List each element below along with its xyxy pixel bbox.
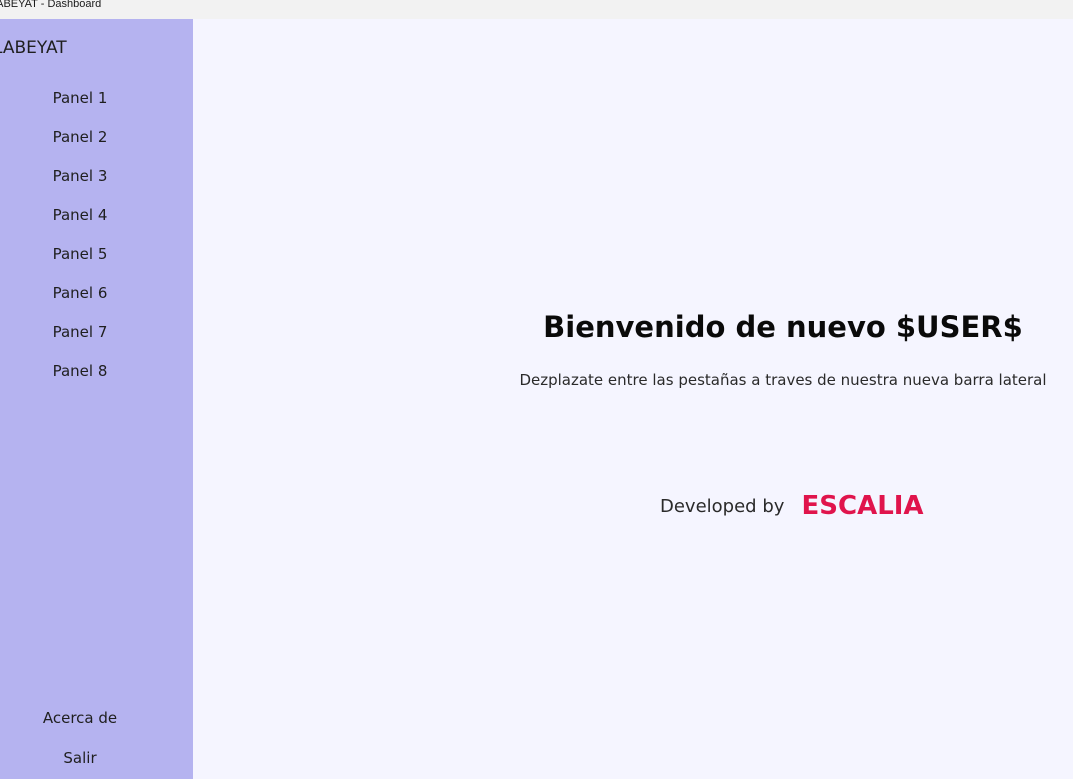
sidebar-item-panel-4[interactable]: Panel 4 — [0, 206, 160, 224]
sidebar-item-about[interactable]: Acerca de — [0, 709, 160, 727]
sidebar-item-panel-8[interactable]: Panel 8 — [0, 362, 160, 380]
sidebar-item-panel-5[interactable]: Panel 5 — [0, 245, 160, 263]
developer-credit: Developed by ESCALIA — [660, 491, 924, 521]
sidebar-item-panel-2[interactable]: Panel 2 — [0, 128, 160, 146]
brand-logo: ESCALIA — [801, 491, 924, 521]
welcome-heading: Bienvenido de nuevo $USER$ — [543, 310, 1023, 344]
welcome-subtitle: Dezplazate entre las pestañas a traves d… — [519, 371, 1047, 389]
sidebar-item-panel-7[interactable]: Panel 7 — [0, 323, 160, 341]
sidebar-item-exit[interactable]: Salir — [0, 749, 160, 767]
title-bar: LABEYAT - Dashboard — [0, 0, 1073, 19]
app-window: LABEYAT - Dashboard LABEYAT Panel 1 Pane… — [0, 0, 1073, 779]
sidebar-item-panel-1[interactable]: Panel 1 — [0, 89, 160, 107]
sidebar-item-panel-6[interactable]: Panel 6 — [0, 284, 160, 302]
sidebar-item-panel-3[interactable]: Panel 3 — [0, 167, 160, 185]
window-title: LABEYAT - Dashboard — [0, 0, 102, 10]
sidebar: LABEYAT Panel 1 Panel 2 Panel 3 Panel 4 … — [0, 19, 193, 779]
credit-label: Developed by — [660, 495, 785, 517]
main-content: Bienvenido de nuevo $USER$ Dezplazate en… — [193, 19, 1073, 779]
sidebar-app-name: LABEYAT — [0, 38, 67, 58]
welcome-block: Bienvenido de nuevo $USER$ — [543, 308, 1023, 346]
